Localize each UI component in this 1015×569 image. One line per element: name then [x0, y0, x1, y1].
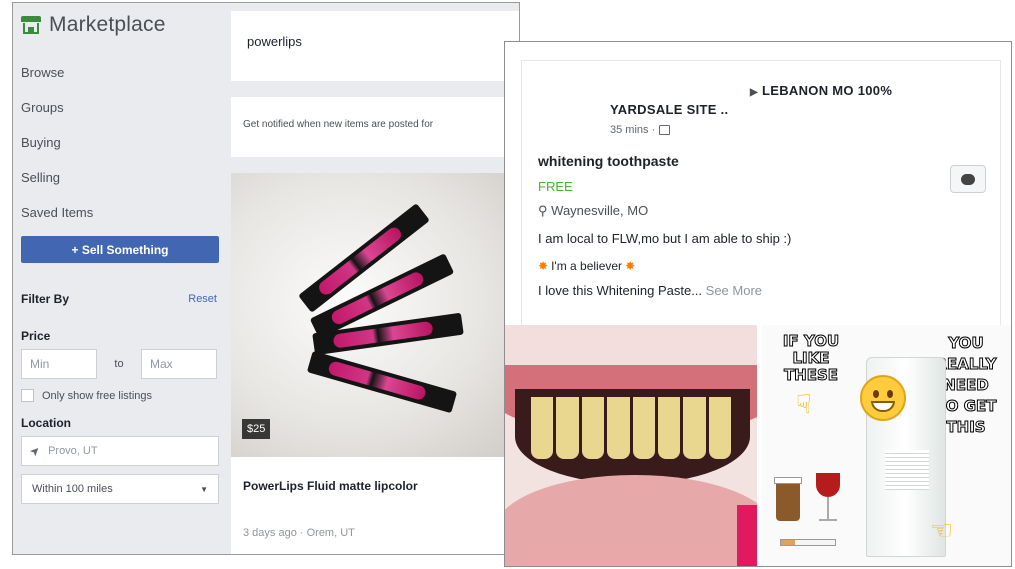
post-body-line1: I am local to FLW,mo but I am able to sh…	[538, 231, 792, 246]
search-input[interactable]	[247, 34, 507, 49]
main-column: Get notified when new items are posted f…	[231, 3, 519, 554]
point-down-icon: ☟	[796, 389, 812, 419]
post-window: ▶ LEBANON MO 100% YARDSALE SITE .. 35 min…	[504, 41, 1012, 567]
post-photo-teeth[interactable]	[505, 325, 757, 566]
storefront-icon	[21, 16, 41, 34]
listing-price-badge: $25	[242, 419, 271, 439]
sparkle-icon: ✸	[538, 259, 549, 273]
sparkle-icon: ✸	[625, 259, 636, 273]
post-time-text: 35 mins ·	[610, 124, 656, 136]
post-body-line3: I love this Whitening Paste... See More	[538, 283, 762, 298]
filter-title: Filter By	[21, 292, 70, 306]
post-body-line3-text: I love this Whitening Paste...	[538, 283, 703, 298]
sidebar: Marketplace Browse Groups Buying Selling…	[13, 3, 223, 554]
nav-selling[interactable]: Selling	[21, 160, 217, 195]
marketplace-header[interactable]: Marketplace	[21, 11, 217, 39]
post-time: 35 mins ·	[610, 124, 671, 136]
listing-title[interactable]: PowerLips Fluid matte lipcolor	[243, 479, 519, 493]
see-more-link[interactable]: See More	[706, 283, 762, 298]
free-listings-checkbox[interactable]	[21, 389, 34, 402]
listing-card[interactable]: $25 PowerLips Fluid matte lipcolor 3 day…	[231, 173, 519, 554]
play-triangle-icon: ▶	[750, 87, 758, 98]
post-title: whitening toothpaste	[538, 153, 679, 169]
location-field[interactable]: ➤ Provo, UT	[21, 436, 219, 466]
price-to-label: to	[114, 358, 124, 370]
listing-photo[interactable]: $25	[231, 173, 519, 457]
search-bar[interactable]	[231, 11, 519, 81]
marketplace-title: Marketplace	[49, 13, 166, 36]
map-pin-icon: ⚲	[538, 203, 548, 218]
nav-buying[interactable]: Buying	[21, 125, 217, 160]
nav-browse[interactable]: Browse	[21, 55, 217, 90]
price-range: to	[21, 349, 217, 379]
message-bubble-icon	[961, 174, 975, 185]
wine-glass-icon	[816, 473, 840, 521]
radius-value: Within 100 miles	[32, 483, 113, 495]
sell-something-button[interactable]: + Sell Something	[21, 236, 219, 263]
post-location: ⚲ Waynesville, MO	[538, 203, 648, 219]
pink-sign	[737, 505, 757, 566]
marketplace-window: Marketplace Browse Groups Buying Selling…	[12, 2, 520, 555]
post-price: FREE	[538, 179, 573, 194]
group-name-text: LEBANON MO 100%	[762, 83, 893, 98]
group-name[interactable]: ▶ LEBANON MO 100%	[750, 83, 892, 98]
free-listings-option[interactable]: Only show free listings	[21, 389, 217, 402]
chevron-down-icon: ▼	[200, 484, 208, 494]
lipstick-tube	[306, 350, 458, 414]
free-listings-label: Only show free listings	[42, 389, 153, 402]
grinning-face-icon	[860, 375, 906, 421]
message-button[interactable]	[950, 165, 986, 193]
max-price-input[interactable]	[141, 349, 217, 379]
post-card: ▶ LEBANON MO 100% YARDSALE SITE .. 35 min…	[521, 60, 1001, 330]
price-label: Price	[21, 329, 51, 343]
nav-groups[interactable]: Groups	[21, 90, 217, 125]
nav-saved-items[interactable]: Saved Items	[21, 195, 217, 230]
group-subtitle[interactable]: YARDSALE SITE ..	[610, 102, 728, 117]
coffee-cup-icon	[774, 477, 802, 521]
filter-header: Filter By Reset	[21, 289, 217, 309]
meme-left-text: IF YOU LIKE THESE	[782, 332, 840, 384]
point-left-icon: ☜	[930, 515, 954, 545]
min-price-input[interactable]	[21, 349, 97, 379]
post-body-line2: ✸ I'm a believer ✸	[538, 259, 635, 273]
post-photo-meme[interactable]: IF YOU LIKE THESE YOU REALLY NEED TO GET THIS…	[762, 325, 1011, 566]
radius-select[interactable]: Within 100 miles ▼	[21, 474, 219, 504]
notify-banner: Get notified when new items are posted f…	[231, 97, 519, 157]
cigarette-icon	[780, 539, 836, 546]
location-label: Location	[21, 416, 71, 430]
location-arrow-icon: ➤	[26, 442, 44, 460]
audience-icon	[659, 125, 671, 135]
reset-filters-link[interactable]: Reset	[188, 293, 217, 305]
location-value: Provo, UT	[48, 445, 98, 457]
post-body-line2-text: I'm a believer	[551, 259, 623, 273]
post-location-text: Waynesville, MO	[551, 203, 649, 218]
listing-meta: 3 days ago · Orem, UT	[243, 527, 355, 539]
